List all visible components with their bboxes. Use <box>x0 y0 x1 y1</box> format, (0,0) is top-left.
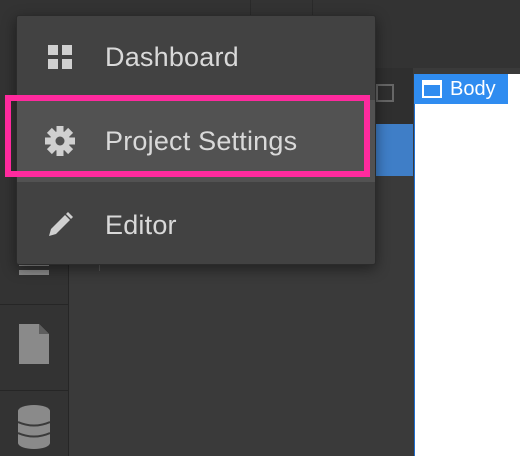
square-icon[interactable] <box>376 84 394 102</box>
sidebar-divider <box>0 390 68 391</box>
body-label: Body <box>450 77 496 100</box>
sidebar-divider <box>0 304 68 305</box>
selected-row[interactable] <box>375 124 413 176</box>
pencil-icon <box>45 210 75 240</box>
selection-highlight <box>5 95 370 177</box>
menu-item-dashboard[interactable]: Dashboard <box>17 16 375 98</box>
design-canvas[interactable] <box>414 74 520 456</box>
page-icon[interactable] <box>17 324 51 364</box>
window-icon <box>422 80 442 98</box>
menu-item-label: Editor <box>105 209 177 240</box>
database-icon[interactable] <box>17 405 51 449</box>
grid-icon <box>45 42 75 72</box>
body-element-tag[interactable]: Body <box>414 74 508 104</box>
menu-item-label: Dashboard <box>105 41 239 72</box>
menu-item-editor[interactable]: Editor <box>17 184 375 266</box>
